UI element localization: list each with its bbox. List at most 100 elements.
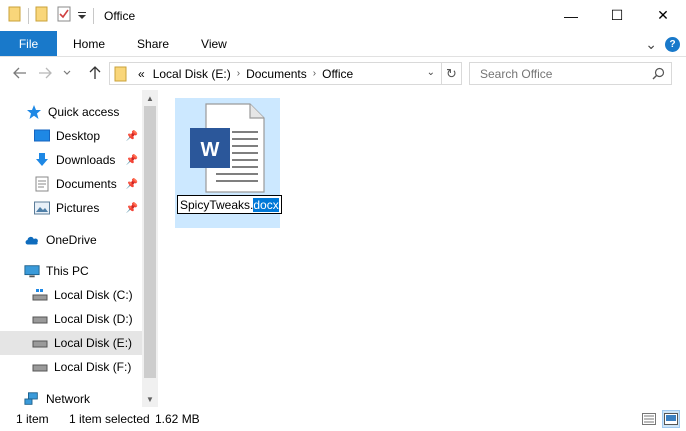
properties-icon[interactable] [57, 6, 71, 25]
nav-item-local-disk-e[interactable]: Local Disk (E:) [0, 331, 142, 355]
nav-scrollbar[interactable]: ▲ ▼ [142, 90, 158, 407]
nav-item-pictures[interactable]: Pictures 📌 [0, 196, 140, 220]
nav-item-local-disk-d[interactable]: Local Disk (D:) [0, 307, 140, 331]
tab-view[interactable]: View [185, 31, 243, 56]
file-list-area[interactable]: W SpicyTweaks. docx [158, 90, 686, 407]
close-icon: ✕ [657, 7, 669, 23]
selection-status: 1 item selected [69, 412, 150, 426]
status-bar: 1 item 1 item selected 1.62 MB [0, 407, 686, 431]
download-icon [34, 152, 50, 168]
pictures-icon [34, 200, 50, 216]
nav-item-label: Network [46, 392, 91, 406]
pin-icon[interactable]: 📌 [126, 131, 138, 142]
star-icon [26, 104, 42, 120]
large-icons-view-icon [664, 413, 678, 425]
drive-icon [32, 311, 48, 327]
network-icon [24, 391, 40, 407]
folder-icon [8, 6, 22, 25]
nav-item-label: Local Disk (E:) [54, 336, 133, 350]
nav-item-label: Local Disk (C:) [54, 288, 133, 302]
nav-item-local-disk-c[interactable]: Local Disk (C:) [0, 283, 140, 307]
nav-item-label: OneDrive [46, 233, 97, 247]
scroll-down-icon[interactable]: ▼ [142, 391, 158, 407]
file-item[interactable]: W SpicyTweaks. docx [175, 98, 282, 228]
tab-share[interactable]: Share [121, 31, 185, 56]
pin-icon[interactable]: 📌 [126, 179, 138, 190]
nav-item-label: Quick access [48, 105, 120, 119]
large-icons-view-button[interactable] [662, 410, 680, 428]
address-dropdown-icon[interactable]: ⌄ [427, 67, 435, 78]
nav-item-desktop[interactable]: Desktop 📌 [0, 124, 140, 148]
nav-item-label: This PC [46, 264, 89, 278]
desktop-icon [34, 128, 50, 144]
up-button[interactable] [83, 61, 107, 85]
nav-item-label: Desktop [56, 129, 101, 143]
ribbon-tabs: File Home Share View ⌄ ? [0, 31, 686, 57]
item-count: 1 item [16, 412, 49, 426]
breadcrumb-overflow[interactable]: « [134, 67, 149, 81]
toolbar-separator [28, 7, 29, 24]
computer-icon [24, 263, 40, 279]
navigation-pane: Quick access Desktop 📌 Downloads 📌 Docum… [0, 90, 158, 407]
rename-input[interactable]: SpicyTweaks. docx [177, 195, 282, 214]
minimize-icon: — [564, 7, 578, 24]
nav-item-label: Documents [56, 177, 117, 191]
breadcrumb-item[interactable]: Office [318, 67, 357, 81]
selection-size: 1.62 MB [155, 412, 200, 426]
system-drive-icon [32, 287, 48, 303]
nav-item-documents[interactable]: Documents 📌 [0, 172, 140, 196]
word-document-icon: W [190, 103, 265, 193]
rename-selected-text: docx [253, 197, 279, 212]
back-button[interactable] [8, 61, 32, 85]
nav-item-label: Local Disk (D:) [54, 312, 133, 326]
details-view-icon [642, 413, 656, 425]
nav-item-label: Downloads [56, 153, 116, 167]
nav-item-onedrive[interactable]: OneDrive [0, 228, 140, 252]
title-bar: Office — ☐ ✕ [0, 0, 686, 31]
chevron-down-icon [63, 70, 71, 75]
minimize-button[interactable]: — [548, 0, 594, 31]
maximize-button[interactable]: ☐ [594, 0, 640, 31]
search-icon [652, 67, 665, 80]
recent-locations-button[interactable] [59, 61, 75, 85]
refresh-button[interactable]: ↻ [441, 63, 461, 84]
scroll-up-icon[interactable]: ▲ [142, 90, 158, 106]
forward-button[interactable] [33, 61, 57, 85]
details-view-button[interactable] [640, 410, 658, 428]
expand-ribbon-icon[interactable]: ⌄ [645, 36, 657, 53]
drive-icon [32, 359, 48, 375]
nav-item-downloads[interactable]: Downloads 📌 [0, 148, 140, 172]
folder-icon [114, 66, 128, 82]
nav-item-this-pc[interactable]: This PC [0, 259, 140, 283]
close-button[interactable]: ✕ [640, 0, 686, 31]
drive-icon [32, 335, 48, 351]
tab-home[interactable]: Home [57, 31, 121, 56]
breadcrumb-item[interactable]: Local Disk (E:) [149, 67, 235, 81]
address-row: « Local Disk (E:) › Documents › Office ⌄… [0, 57, 686, 90]
search-box[interactable] [469, 62, 672, 85]
breadcrumb-separator[interactable]: › [311, 68, 318, 79]
nav-item-quick-access[interactable]: Quick access [0, 100, 140, 124]
help-icon[interactable]: ? [665, 36, 680, 52]
word-icon-letter: W [201, 139, 220, 161]
address-bar[interactable]: « Local Disk (E:) › Documents › Office ⌄… [109, 62, 462, 85]
breadcrumb-item[interactable]: Documents [242, 67, 311, 81]
rename-base: SpicyTweaks. [180, 197, 254, 212]
tab-file[interactable]: File [0, 31, 57, 56]
nav-item-label: Pictures [56, 201, 100, 215]
scroll-thumb[interactable] [144, 106, 156, 378]
back-arrow-icon [13, 67, 26, 79]
breadcrumb-separator[interactable]: › [235, 68, 242, 79]
cloud-icon [24, 232, 40, 248]
customize-dropdown-icon[interactable] [77, 9, 87, 23]
toolbar-separator [93, 7, 94, 24]
nav-item-local-disk-f[interactable]: Local Disk (F:) [0, 355, 140, 379]
new-folder-icon[interactable] [35, 6, 49, 25]
maximize-icon: ☐ [610, 7, 624, 23]
quick-access-toolbar [0, 0, 100, 31]
search-input[interactable] [470, 66, 650, 81]
up-arrow-icon [89, 66, 101, 79]
pin-icon[interactable]: 📌 [126, 203, 138, 214]
window-title: Office [104, 8, 136, 23]
pin-icon[interactable]: 📌 [126, 155, 138, 166]
